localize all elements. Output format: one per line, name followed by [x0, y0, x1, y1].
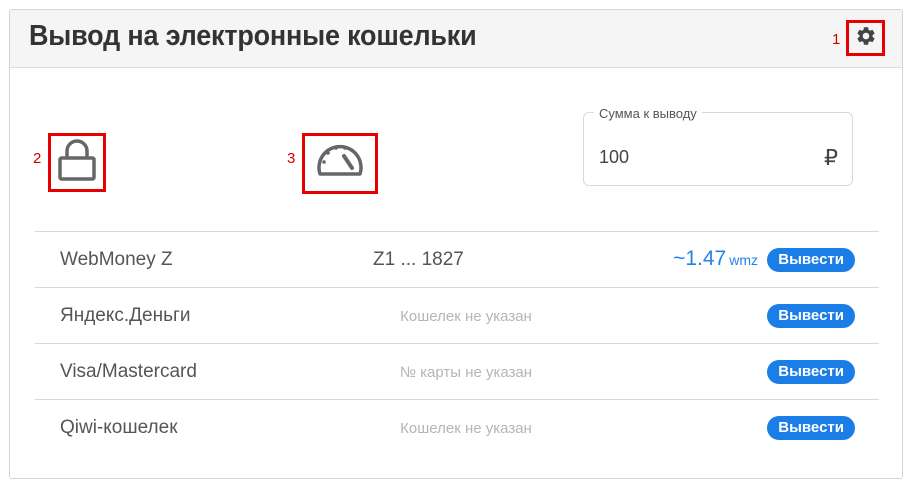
annotation-label-1: 1: [832, 31, 841, 48]
wallet-list: WebMoney Z Z1 ... 1827 ~1.47 wmz Вывести …: [35, 231, 879, 455]
wallet-row-qiwi: Qiwi-кошелек Кошелек не указан Вывести: [35, 400, 879, 455]
estimate: ~1.47 wmz: [673, 247, 758, 271]
wallet-placeholder: Кошелек не указан: [400, 420, 532, 437]
lock-icon: [57, 138, 97, 187]
wallet-placeholder: Кошелек не указан: [400, 308, 532, 325]
amount-label: Сумма к выводу: [594, 107, 702, 121]
wallet-name: WebMoney Z: [60, 249, 173, 270]
speed-button[interactable]: [302, 133, 378, 194]
ruble-icon: ₽: [824, 145, 838, 170]
withdraw-button[interactable]: Вывести: [767, 304, 855, 328]
withdraw-button[interactable]: Вывести: [767, 248, 855, 272]
withdraw-button[interactable]: Вывести: [767, 360, 855, 384]
speedometer-icon: [314, 141, 366, 186]
wallet-row-yandex: Яндекс.Деньги Кошелек не указан Вывести: [35, 288, 879, 344]
page-title: Вывод на электронные кошельки: [29, 20, 477, 52]
wallet-row-card: Visa/Mastercard № карты не указан Вывест…: [35, 344, 879, 400]
gear-icon: [855, 25, 877, 52]
wallet-row-webmoney: WebMoney Z Z1 ... 1827 ~1.47 wmz Вывести: [35, 232, 879, 288]
amount-field[interactable]: Сумма к выводу 100 ₽: [583, 107, 853, 186]
estimate-value: ~1.47: [673, 247, 727, 270]
amount-input[interactable]: 100: [599, 147, 629, 168]
lock-button[interactable]: [48, 133, 106, 192]
panel-header: Вывод на электронные кошельки: [10, 10, 902, 68]
annotation-label-3: 3: [287, 150, 296, 167]
withdraw-button[interactable]: Вывести: [767, 416, 855, 440]
estimate-unit: wmz: [729, 252, 758, 268]
wallet-number: Z1 ... 1827: [373, 249, 464, 270]
settings-button[interactable]: [846, 20, 885, 56]
wallet-placeholder: № карты не указан: [399, 364, 533, 381]
annotation-label-2: 2: [33, 150, 42, 167]
